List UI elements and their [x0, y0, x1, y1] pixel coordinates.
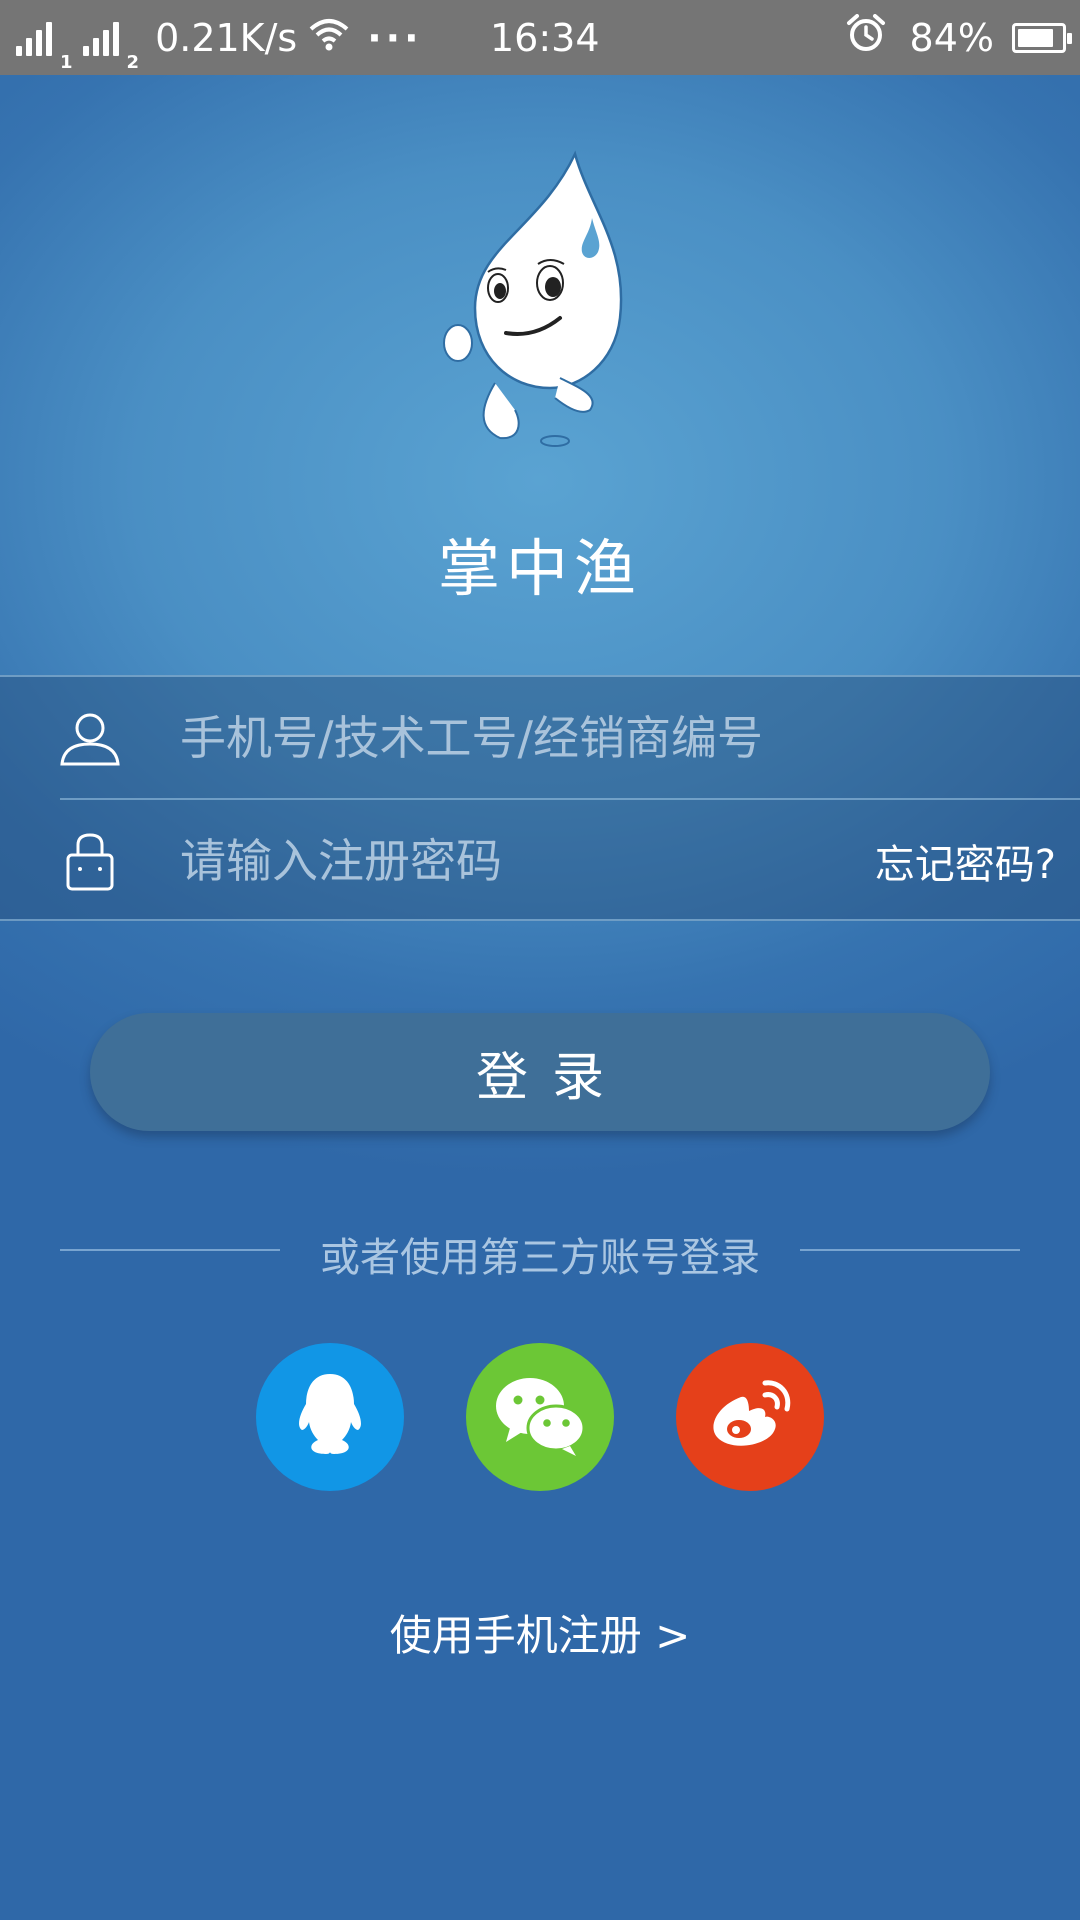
username-row	[0, 677, 1080, 798]
user-icon	[58, 706, 122, 770]
forgot-password-link[interactable]: 忘记密码?	[875, 832, 1056, 890]
status-bar: 1 2 0.21K/s ··· 16:34 84%	[0, 0, 1080, 75]
signal-icon	[16, 20, 56, 56]
battery-level	[1018, 28, 1054, 47]
username-input[interactable]	[180, 697, 840, 778]
lock-icon	[58, 829, 122, 893]
signal-icon	[82, 20, 123, 56]
battery-percent: 84%	[909, 15, 994, 60]
login-button[interactable]: 登录	[90, 1013, 990, 1131]
third-party-divider: 或者使用第三方账号登录	[0, 1225, 1080, 1281]
qq-icon	[290, 1370, 370, 1464]
wechat-icon	[490, 1370, 590, 1464]
status-bar-left: 1 2 0.21K/s ···	[16, 0, 423, 75]
status-time: 16:34	[490, 15, 600, 60]
app-title: 掌中渔	[437, 532, 642, 605]
password-input[interactable]	[180, 820, 680, 901]
weibo-icon	[705, 1375, 795, 1459]
qq-login-button[interactable]	[256, 1343, 404, 1491]
login-form: 忘记密码?	[0, 675, 1080, 921]
weibo-login-button[interactable]	[676, 1343, 824, 1491]
alarm-icon	[846, 14, 886, 61]
register-with-phone-link[interactable]: 使用手机注册 >	[0, 1602, 1080, 1663]
battery-icon	[1012, 22, 1072, 53]
wifi-icon	[309, 16, 349, 60]
password-row: 忘记密码?	[0, 800, 1080, 921]
wechat-login-button[interactable]	[466, 1343, 614, 1491]
divider-line-right	[800, 1249, 1020, 1251]
sim2-label: 2	[126, 52, 140, 73]
sim1-label: 1	[60, 52, 73, 73]
network-speed: 0.21K/s	[155, 15, 298, 60]
app-logo-mascot	[440, 148, 640, 458]
more-dots: ···	[367, 15, 423, 60]
third-party-label: 或者使用第三方账号登录	[320, 1235, 760, 1281]
status-bar-right: 84%	[846, 0, 1072, 75]
